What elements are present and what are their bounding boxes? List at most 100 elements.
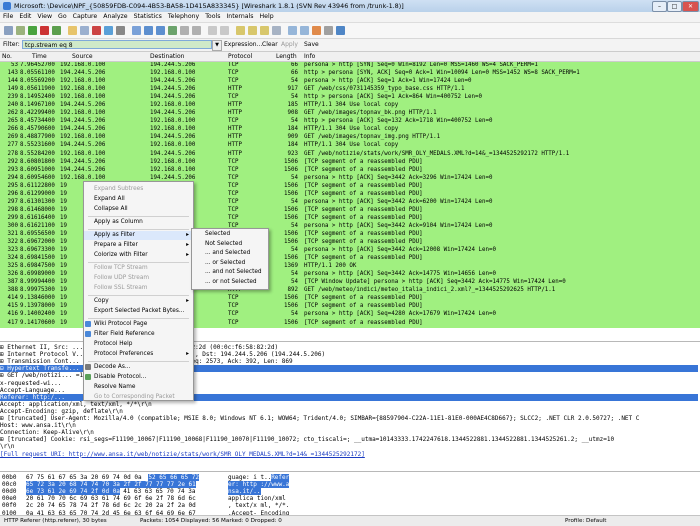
interfaces-icon[interactable] [4, 26, 13, 35]
col-time[interactable]: Time [32, 53, 47, 60]
menu-item-disable-protocol[interactable]: Disable Protocol... [84, 373, 193, 382]
close-file-icon[interactable] [92, 26, 101, 35]
menu-item-follow-udp-stream[interactable]: Follow UDP Stream [84, 274, 193, 283]
apply-button[interactable]: Apply [281, 41, 298, 48]
close-button[interactable]: ✕ [682, 1, 699, 12]
detail-line[interactable]: Connection: Keep-Alive\r\n [0, 429, 698, 436]
packet-row[interactable]: 53 7.96452700 192.168.0.100 194.244.5.206 TC… [0, 62, 700, 71]
menu-item-follow-ssl-stream[interactable]: Follow SSL Stream [84, 284, 193, 293]
menu-file[interactable]: File [0, 12, 16, 22]
menu-item-go-to-corresponding-packet[interactable]: Go to Corresponding Packet [84, 393, 193, 402]
col-protocol[interactable]: Protocol [228, 53, 252, 60]
help-icon[interactable] [336, 26, 345, 35]
detail-line[interactable]: Accept-Encoding: gzip, deflate\r\n [0, 408, 698, 415]
menu-item-collapse-all[interactable]: Collapse All [84, 205, 193, 214]
stop-capture-icon[interactable] [40, 26, 49, 35]
menu-item-decode-as[interactable]: Decode As... [84, 363, 193, 372]
packet-row[interactable]: 265 8.45734400 194.244.5.206 192.168.0.100 T… [0, 118, 700, 127]
menu-item-protocol-preferences[interactable]: Protocol Preferences ▸ [84, 350, 193, 359]
resize-columns-icon[interactable] [272, 26, 281, 35]
zoom-in-icon[interactable] [236, 26, 245, 35]
menu-item-prepare-a-filter[interactable]: Prepare a Filter ▸ [84, 241, 193, 250]
col-info[interactable]: Info [304, 53, 315, 60]
menu-item-filter-field-reference[interactable]: Filter Field Reference [84, 330, 193, 339]
submenu-item[interactable]: ... and Selected [192, 249, 268, 259]
submenu-item[interactable]: Selected [192, 230, 268, 240]
detail-line[interactable]: Host: www.ansa.it\r\n [0, 422, 698, 429]
packet-row[interactable]: 269 8.48877900 192.168.0.100 194.244.5.206 H… [0, 134, 700, 143]
menu-tools[interactable]: Tools [202, 12, 223, 22]
autoscroll-icon[interactable] [220, 26, 229, 35]
maximize-button[interactable]: □ [667, 1, 682, 12]
packet-row[interactable]: 277 8.55231600 194.244.5.206 192.168.0.100 H… [0, 142, 700, 151]
packet-row[interactable]: 143 8.05561100 194.244.5.206 192.168.0.100 T… [0, 70, 700, 79]
options-icon[interactable] [16, 26, 25, 35]
zoom-normal-icon[interactable] [260, 26, 269, 35]
clear-button[interactable]: Clear [262, 41, 278, 48]
col-destination[interactable]: Destination [150, 53, 184, 60]
go-to-packet-icon[interactable] [168, 26, 177, 35]
packet-bytes-pane[interactable]: 00b0 67 75 61 67 65 3a 20 69 74 0d 0a 52 … [0, 471, 700, 516]
menu-go[interactable]: Go [55, 12, 70, 22]
menu-analyze[interactable]: Analyze [100, 12, 130, 22]
menu-item-expand-all[interactable]: Expand All [84, 195, 193, 204]
menu-help[interactable]: Help [257, 12, 277, 22]
go-forward-icon[interactable] [156, 26, 165, 35]
expression-button[interactable]: Expression... [224, 41, 262, 48]
status-profile[interactable]: Profile: Default [565, 518, 607, 524]
menu-item-wiki-protocol-page[interactable]: Wiki Protocol Page [84, 320, 193, 329]
capture-filters-icon[interactable] [288, 26, 297, 35]
menu-item-follow-tcp-stream[interactable]: Follow TCP Stream [84, 264, 193, 273]
menu-item-expand-subtrees[interactable]: Expand Subtrees [84, 185, 193, 194]
last-packet-icon[interactable] [192, 26, 201, 35]
packet-row[interactable]: 144 8.05569200 192.168.0.100 194.244.5.206 T… [0, 78, 700, 87]
submenu-item[interactable]: ... and not Selected [192, 268, 268, 278]
display-filters-icon[interactable] [300, 26, 309, 35]
submenu-item[interactable]: Not Selected [192, 240, 268, 250]
menu-view[interactable]: View [34, 12, 55, 22]
menu-item-resolve-name[interactable]: Resolve Name [84, 383, 193, 392]
save-filter-button[interactable]: Save [304, 41, 319, 48]
open-file-icon[interactable] [68, 26, 77, 35]
menu-item-apply-as-filter[interactable]: Apply as Filter ▸ [84, 231, 193, 240]
first-packet-icon[interactable] [180, 26, 189, 35]
menu-internals[interactable]: Internals [223, 12, 256, 22]
menu-item-export-selected-packet-bytes[interactable]: Export Selected Packet Bytes... [84, 307, 193, 316]
packet-row[interactable]: 278 8.55284200 192.168.0.100 194.244.5.206 H… [0, 150, 700, 159]
preferences-icon[interactable] [324, 26, 333, 35]
packet-row[interactable]: 239 8.14952400 192.168.0.100 194.244.5.206 T… [0, 94, 700, 103]
menu-item-protocol-help[interactable]: Protocol Help [84, 340, 193, 349]
find-packet-icon[interactable] [132, 26, 141, 35]
go-back-icon[interactable] [144, 26, 153, 35]
submenu-item[interactable]: ... or not Selected [192, 278, 268, 288]
display-filter-input[interactable]: tcp.stream eq 8 [22, 40, 212, 49]
menu-item-apply-as-column[interactable]: Apply as Column [84, 218, 193, 227]
minimize-button[interactable]: – [652, 1, 667, 12]
submenu-item[interactable]: ... or Selected [192, 259, 268, 269]
col-source[interactable]: Source [72, 53, 93, 60]
packet-row[interactable]: 293 8.60951000 194.244.5.206 192.168.0.100 T… [0, 166, 700, 175]
filter-dropdown-icon[interactable]: ▼ [212, 40, 222, 51]
packet-row[interactable]: 262 8.42299400 192.168.0.100 194.244.5.206 H… [0, 110, 700, 119]
packet-row[interactable]: 149 8.05611900 192.168.0.100 194.244.5.206 H… [0, 86, 700, 95]
coloring-rules-icon[interactable] [312, 26, 321, 35]
reload-icon[interactable] [104, 26, 113, 35]
menu-item-copy[interactable]: Copy ▸ [84, 297, 193, 306]
colorize-icon[interactable] [208, 26, 217, 35]
packet-row[interactable]: 292 8.60801800 194.244.5.206 192.168.0.100 T… [0, 158, 700, 167]
detail-line[interactable]: \r\n [0, 443, 698, 450]
detail-line[interactable]: ⊞ [truncated] Cookie: rsi_segs=F11190_10… [0, 436, 698, 443]
print-icon[interactable] [116, 26, 125, 35]
menu-item-colorize-with-filter[interactable]: Colorize with Filter ▸ [84, 251, 193, 260]
start-capture-icon[interactable] [28, 26, 37, 35]
menu-statistics[interactable]: Statistics [131, 12, 165, 22]
detail-line[interactable]: ⊞ [truncated] User-Agent: Mozilla/4.0 (c… [0, 415, 698, 422]
detail-line[interactable]: [Full request URI: http://www.ansa.it/we… [0, 451, 698, 458]
menu-telephony[interactable]: Telephony [165, 12, 202, 22]
menu-edit[interactable]: Edit [16, 12, 34, 22]
packet-row[interactable]: 240 8.14967100 194.244.5.206 192.168.0.100 H… [0, 102, 700, 111]
zoom-out-icon[interactable] [248, 26, 257, 35]
save-file-icon[interactable] [80, 26, 89, 35]
col-length[interactable]: Length [276, 53, 297, 60]
col-no[interactable]: No. [2, 53, 12, 60]
